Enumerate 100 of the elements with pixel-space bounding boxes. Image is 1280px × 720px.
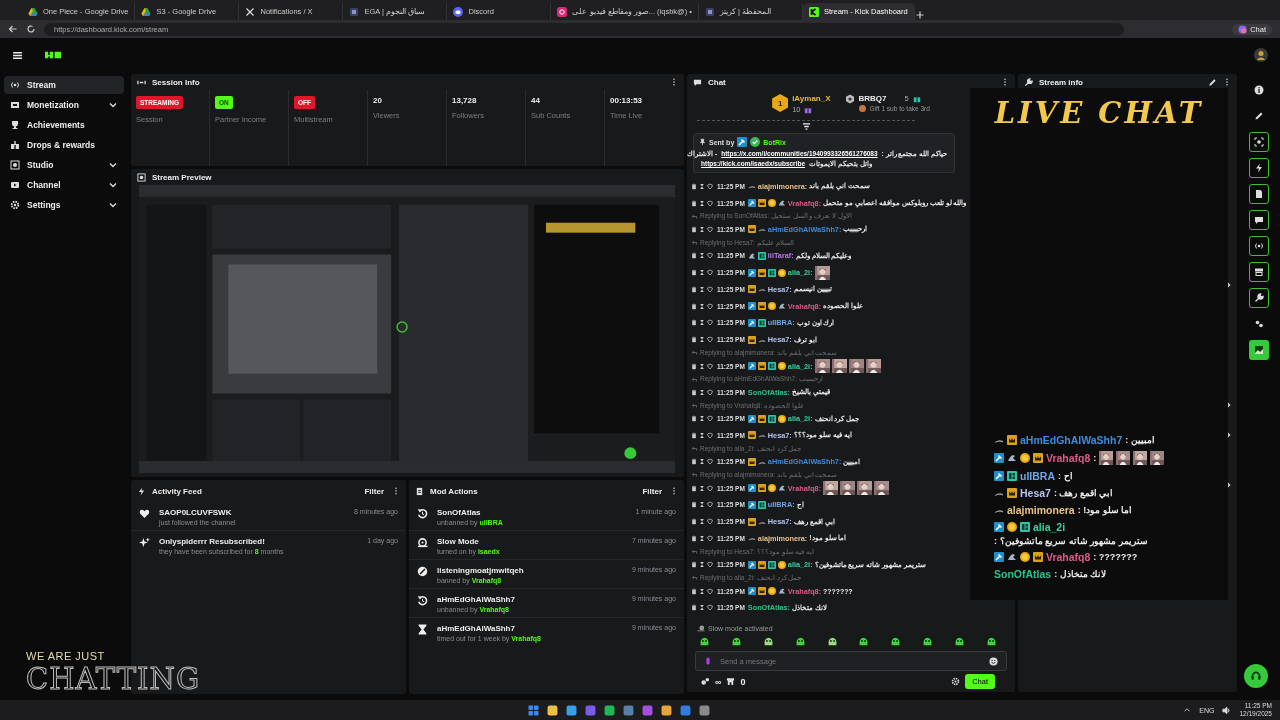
hourglass-icon[interactable] — [699, 587, 705, 595]
more-icon[interactable] — [670, 486, 678, 496]
shield-icon[interactable] — [707, 501, 713, 509]
shield-icon[interactable] — [707, 587, 713, 595]
chevron-up-icon[interactable] — [1183, 706, 1192, 714]
broadcast-button[interactable] — [1249, 236, 1269, 256]
sidebar-item[interactable]: Monetization — [4, 96, 124, 114]
hourglass-icon[interactable] — [699, 319, 705, 327]
trash-icon[interactable] — [691, 604, 697, 612]
shield-icon[interactable] — [707, 182, 713, 190]
emote-icon[interactable] — [858, 636, 870, 647]
chat-button[interactable] — [1249, 210, 1269, 230]
more-icon[interactable] — [1223, 77, 1231, 87]
shield-icon[interactable] — [707, 226, 713, 233]
app-icon[interactable] — [604, 704, 615, 716]
hourglass-icon[interactable] — [699, 561, 705, 569]
new-tab-icon[interactable] — [914, 10, 925, 20]
refresh-icon[interactable] — [26, 24, 36, 34]
trash-icon[interactable] — [691, 431, 697, 439]
filter-button[interactable]: Filter — [362, 486, 386, 496]
shield-icon[interactable] — [707, 458, 713, 466]
emote-icon[interactable] — [794, 636, 806, 647]
app-icon[interactable] — [623, 704, 634, 716]
emote-icon[interactable] — [826, 636, 838, 647]
trash-icon[interactable] — [691, 587, 697, 595]
menu-icon[interactable] — [12, 49, 23, 61]
shield-icon[interactable] — [707, 252, 713, 260]
trash-icon[interactable] — [691, 252, 697, 260]
filter-icon[interactable] — [801, 121, 811, 131]
hourglass-icon[interactable] — [699, 336, 705, 344]
hourglass-icon[interactable] — [699, 604, 705, 612]
screenshot-button[interactable] — [1249, 132, 1269, 152]
sidebar-item[interactable]: Studio — [4, 156, 124, 174]
trash-icon[interactable] — [691, 458, 697, 466]
trash-icon[interactable] — [691, 302, 697, 310]
back-icon[interactable] — [8, 24, 18, 34]
hourglass-icon[interactable] — [699, 458, 705, 466]
emote-icon[interactable] — [985, 636, 997, 647]
trash-icon[interactable] — [691, 285, 697, 293]
shield-icon[interactable] — [707, 604, 713, 612]
trash-icon[interactable] — [691, 362, 697, 370]
trash-icon[interactable] — [691, 501, 697, 509]
app-icon[interactable] — [661, 704, 672, 716]
more-icon[interactable] — [1001, 77, 1009, 87]
trash-icon[interactable] — [691, 336, 697, 344]
shield-icon[interactable] — [707, 388, 713, 396]
hourglass-icon[interactable] — [699, 199, 705, 207]
trash-icon[interactable] — [691, 388, 697, 396]
shield-icon[interactable] — [707, 199, 713, 207]
shield-icon[interactable] — [707, 484, 713, 492]
more-icon[interactable] — [392, 486, 400, 496]
emote-icon[interactable] — [730, 636, 742, 647]
hourglass-icon[interactable] — [699, 501, 705, 509]
document-button[interactable] — [1249, 184, 1269, 204]
store-icon[interactable] — [726, 677, 736, 686]
windows-icon[interactable] — [528, 704, 539, 716]
avatar-icon[interactable] — [1254, 48, 1268, 62]
hourglass-icon[interactable] — [699, 226, 705, 233]
trash-icon[interactable] — [691, 415, 697, 423]
app-icon[interactable] — [566, 704, 577, 716]
trash-icon[interactable] — [691, 518, 697, 526]
sidebar-item[interactable]: Drops & rewards — [4, 136, 124, 154]
shield-icon[interactable] — [707, 302, 713, 310]
points-icon[interactable] — [701, 677, 710, 686]
sidebar-item[interactable]: Stream — [4, 76, 124, 94]
app-icon[interactable] — [699, 704, 710, 716]
shield-icon[interactable] — [707, 362, 713, 370]
hourglass-icon[interactable] — [699, 388, 705, 396]
wrench-button[interactable] — [1249, 288, 1269, 308]
trash-icon[interactable] — [691, 319, 697, 327]
app-icon[interactable] — [680, 704, 691, 716]
hourglass-icon[interactable] — [699, 484, 705, 492]
sidebar-item[interactable]: Achievements — [4, 116, 124, 134]
hourglass-icon[interactable] — [699, 182, 705, 190]
trash-icon[interactable] — [691, 199, 697, 207]
hourglass-icon[interactable] — [699, 362, 705, 370]
emote-icon[interactable] — [922, 636, 934, 647]
shield-icon[interactable] — [707, 561, 713, 569]
support-button[interactable] — [1244, 664, 1268, 688]
emote-icon[interactable] — [699, 636, 710, 647]
trash-icon[interactable] — [691, 182, 697, 190]
bolt-button[interactable] — [1249, 158, 1269, 178]
app-icon[interactable] — [547, 704, 558, 716]
emote-icon[interactable] — [762, 636, 774, 647]
filter-button[interactable]: Filter — [640, 486, 664, 496]
sidebar-item[interactable]: Channel — [4, 176, 124, 194]
speaker-icon[interactable] — [1222, 705, 1232, 715]
hourglass-icon[interactable] — [699, 302, 705, 310]
settings-icon[interactable] — [951, 677, 961, 686]
more-icon[interactable] — [670, 77, 678, 87]
image-button[interactable] — [1249, 340, 1269, 360]
shield-icon[interactable] — [707, 336, 713, 344]
hourglass-icon[interactable] — [699, 252, 705, 260]
trash-icon[interactable] — [691, 561, 697, 569]
emoji-icon[interactable] — [989, 656, 998, 666]
trash-icon[interactable] — [691, 534, 697, 542]
trash-icon[interactable] — [691, 484, 697, 492]
shield-icon[interactable] — [707, 319, 713, 327]
layout-button[interactable] — [1249, 262, 1269, 282]
trash-icon[interactable] — [691, 269, 697, 277]
